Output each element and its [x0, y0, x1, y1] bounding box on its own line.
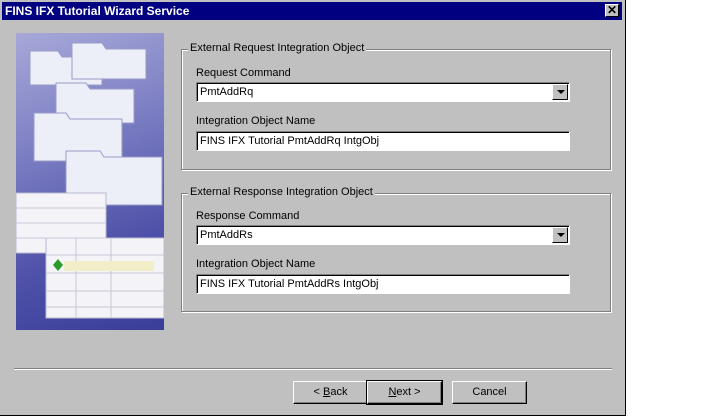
back-label: ack — [330, 386, 348, 398]
wizard-illustration — [16, 33, 164, 330]
next-label: ext > — [396, 386, 421, 398]
chevron-down-icon[interactable] — [552, 227, 568, 243]
title-bar[interactable]: FINS IFX Tutorial Wizard Service ✕ — [2, 2, 622, 20]
close-icon[interactable]: ✕ — [605, 4, 619, 17]
response-command-select[interactable]: PmtAddRs — [196, 225, 570, 245]
divider — [14, 368, 612, 370]
request-command-label: Request Command — [196, 67, 291, 79]
request-group-legend: External Request Integration Object — [188, 42, 367, 54]
response-command-value: PmtAddRs — [200, 229, 253, 241]
cancel-button[interactable]: Cancel — [452, 381, 527, 404]
wizard-dialog: FINS IFX Tutorial Wizard Service ✕ Exter… — [0, 0, 626, 416]
window-title: FINS IFX Tutorial Wizard Service — [5, 4, 190, 18]
request-object-value: FINS IFX Tutorial PmtAddRq IntgObj — [200, 135, 380, 147]
response-group-legend: External Response Integration Object — [188, 186, 375, 198]
chevron-down-icon[interactable] — [552, 84, 568, 100]
back-button[interactable]: < Back — [293, 381, 368, 404]
back-prefix: < — [313, 386, 323, 398]
response-object-input[interactable]: FINS IFX Tutorial PmtAddRs IntgObj — [196, 274, 570, 294]
request-command-select[interactable]: PmtAddRq — [196, 82, 570, 102]
request-object-input[interactable]: FINS IFX Tutorial PmtAddRq IntgObj — [196, 131, 570, 151]
response-object-value: FINS IFX Tutorial PmtAddRs IntgObj — [200, 278, 379, 290]
request-object-label: Integration Object Name — [196, 115, 316, 127]
next-button[interactable]: Next > — [366, 380, 443, 405]
response-command-label: Response Command — [196, 210, 300, 222]
request-command-value: PmtAddRq — [200, 86, 254, 98]
response-object-label: Integration Object Name — [196, 258, 316, 270]
